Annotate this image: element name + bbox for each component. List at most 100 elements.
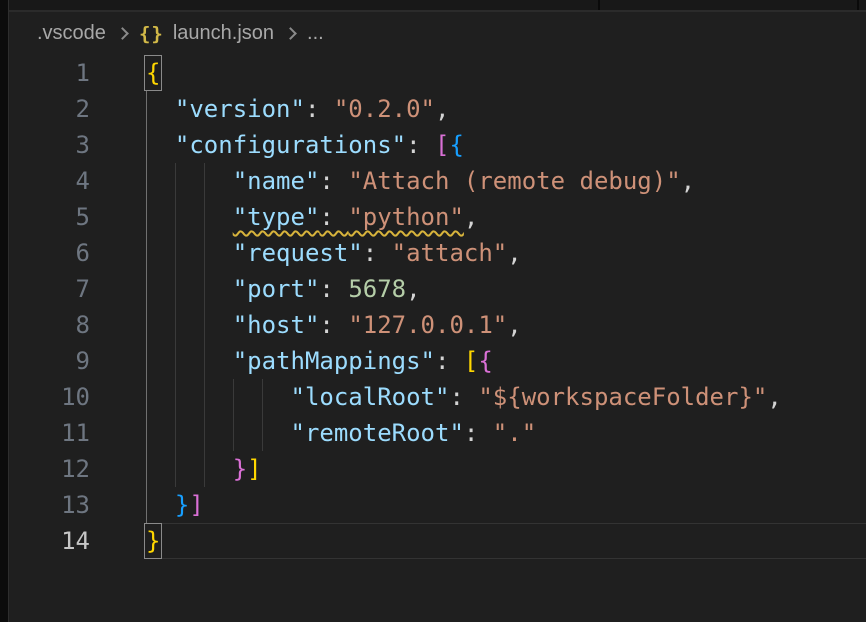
code-token: } xyxy=(175,491,189,519)
indent-spaces xyxy=(146,239,233,267)
code-line[interactable]: 10 "localRoot": "${workspaceFolder}", xyxy=(9,379,866,415)
indent-spaces xyxy=(146,95,175,123)
code-text: "host": "127.0.0.1", xyxy=(146,307,522,343)
tab-separator xyxy=(857,0,859,10)
code-text: "name": "Attach (remote debug)", xyxy=(146,163,695,199)
chevron-right-icon xyxy=(116,27,129,40)
code-token: , xyxy=(767,383,781,411)
code-token: : xyxy=(449,383,478,411)
line-number[interactable]: 2 xyxy=(9,91,90,127)
line-number[interactable]: 8 xyxy=(9,307,90,343)
code-text: "pathMappings": [{ xyxy=(146,343,493,379)
code-token: 5678 xyxy=(348,275,406,303)
line-number[interactable]: 13 xyxy=(9,487,90,523)
code-token: : xyxy=(363,239,392,267)
code-token: { xyxy=(449,131,463,159)
code-line[interactable]: 1{ xyxy=(9,55,866,91)
line-number[interactable]: 4 xyxy=(9,163,90,199)
code-token: "request" xyxy=(233,239,363,267)
code-token: : xyxy=(319,311,348,339)
code-line[interactable]: 2 "version": "0.2.0", xyxy=(9,91,866,127)
code-token: } xyxy=(233,455,247,483)
code-token: "." xyxy=(493,419,536,447)
code-token: , xyxy=(507,311,521,339)
line-number[interactable]: 9 xyxy=(9,343,90,379)
json-file-icon: {} xyxy=(139,23,164,45)
code-token: "127.0.0.1" xyxy=(348,311,507,339)
indent-spaces xyxy=(146,167,233,195)
indent-spaces xyxy=(146,347,233,375)
line-number[interactable]: 12 xyxy=(9,451,90,487)
breadcrumb-item[interactable]: launch.json xyxy=(173,22,274,45)
chevron-right-icon xyxy=(284,27,297,40)
breadcrumb-item[interactable]: .vscode xyxy=(37,22,106,45)
code-token: , xyxy=(406,275,420,303)
indent-spaces xyxy=(146,383,291,411)
code-token: "${workspaceFolder}" xyxy=(478,383,767,411)
code-text: }] xyxy=(146,451,262,487)
code-text: "request": "attach", xyxy=(146,235,522,271)
code-token: "type" xyxy=(233,203,320,231)
code-text: "remoteRoot": "." xyxy=(146,415,536,451)
code-text: "type": "python", xyxy=(146,199,478,235)
tab-bar xyxy=(9,0,866,12)
code-text: "localRoot": "${workspaceFolder}", xyxy=(146,379,782,415)
line-number[interactable]: 7 xyxy=(9,271,90,307)
line-number[interactable]: 1 xyxy=(9,55,90,91)
code-line[interactable]: 11 "remoteRoot": "." xyxy=(9,415,866,451)
tab-separator xyxy=(598,0,600,10)
code-line[interactable]: 4 "name": "Attach (remote debug)", xyxy=(9,163,866,199)
matched-bracket: } xyxy=(145,524,161,558)
code-token: "configurations" xyxy=(175,131,406,159)
line-number[interactable]: 5 xyxy=(9,199,90,235)
code-line[interactable]: 14} xyxy=(9,523,866,559)
code-token: : xyxy=(464,419,493,447)
line-number[interactable]: 10 xyxy=(9,379,90,415)
code-token: "localRoot" xyxy=(291,383,450,411)
code-text: } xyxy=(146,523,160,559)
code-token: "attach" xyxy=(392,239,508,267)
code-line[interactable]: 6 "request": "attach", xyxy=(9,235,866,271)
code-token: "remoteRoot" xyxy=(291,419,464,447)
code-token: "0.2.0" xyxy=(334,95,435,123)
line-number[interactable]: 11 xyxy=(9,415,90,451)
code-line[interactable]: 13 }] xyxy=(9,487,866,523)
code-token: "pathMappings" xyxy=(233,347,435,375)
code-text: "configurations": [{ xyxy=(146,127,464,163)
indent-spaces xyxy=(146,275,233,303)
breadcrumb: .vscode {} launch.json... xyxy=(9,12,866,55)
line-number[interactable]: 14 xyxy=(9,523,90,559)
code-token: "python" xyxy=(348,203,464,231)
code-token: [ xyxy=(464,347,478,375)
code-token: "name" xyxy=(233,167,320,195)
code-token: ] xyxy=(189,491,203,519)
code-line[interactable]: 12 }] xyxy=(9,451,866,487)
code-token: { xyxy=(478,347,492,375)
code-line[interactable]: 8 "host": "127.0.0.1", xyxy=(9,307,866,343)
code-token: : xyxy=(319,203,348,231)
indent-spaces xyxy=(146,131,175,159)
matched-bracket: { xyxy=(145,56,161,90)
line-number[interactable]: 3 xyxy=(9,127,90,163)
sidebar-edge-strip xyxy=(0,0,9,622)
code-token: , xyxy=(507,239,521,267)
code-line[interactable]: 9 "pathMappings": [{ xyxy=(9,343,866,379)
code-text: "version": "0.2.0", xyxy=(146,91,449,127)
code-token: "port" xyxy=(233,275,320,303)
code-token: , xyxy=(435,95,449,123)
code-token: : xyxy=(435,347,464,375)
code-line[interactable]: 7 "port": 5678, xyxy=(9,271,866,307)
code-text: }] xyxy=(146,487,204,523)
line-number[interactable]: 6 xyxy=(9,235,90,271)
indent-spaces xyxy=(146,455,233,483)
current-line-highlight xyxy=(146,523,866,559)
code-token: [ xyxy=(435,131,449,159)
breadcrumb-item[interactable]: ... xyxy=(307,22,324,45)
code-line[interactable]: 5 "type": "python", xyxy=(9,199,866,235)
code-token: "Attach (remote debug)" xyxy=(348,167,680,195)
indent-spaces xyxy=(146,491,175,519)
code-area[interactable]: 1{2 "version": "0.2.0",3 "configurations… xyxy=(9,55,866,559)
code-token: "version" xyxy=(175,95,305,123)
code-line[interactable]: 3 "configurations": [{ xyxy=(9,127,866,163)
code-token: , xyxy=(464,203,478,231)
